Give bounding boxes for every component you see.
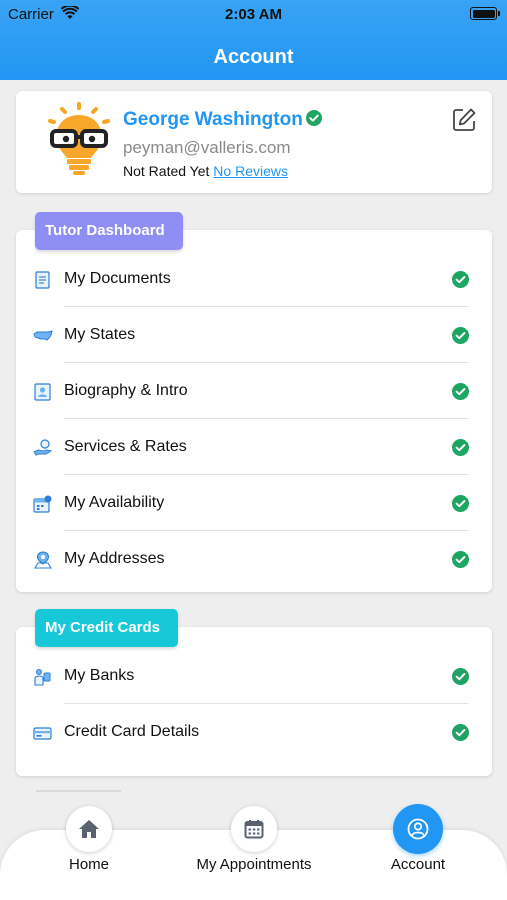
menu-item-my-states[interactable]: My States [16, 307, 492, 363]
check-circle-icon [452, 383, 469, 400]
user-account-icon [407, 818, 429, 840]
check-circle-icon [452, 271, 469, 288]
account-tab-button[interactable] [393, 804, 443, 854]
menu-item-label: Biography & Intro [64, 382, 188, 399]
menu-item-label: My Availability [64, 494, 165, 511]
menu-item-label: My States [64, 326, 136, 343]
document-icon [35, 271, 50, 289]
check-circle-icon [452, 668, 469, 685]
status-time: 2:03 AM [225, 6, 282, 23]
tutor-lightbulb-avatar [48, 102, 110, 175]
menu-item-label: My Banks [64, 667, 135, 684]
next-section-peek [36, 790, 121, 792]
menu-item-label: Credit Card Details [64, 723, 200, 740]
profile-name: George Washington [123, 109, 303, 130]
credit-card-icon [33, 727, 52, 740]
bank-icon [34, 669, 51, 686]
profile-email: peyman@valleris.com [123, 138, 291, 157]
location-pin-icon [34, 551, 52, 569]
battery-icon [470, 7, 500, 20]
no-reviews-link[interactable]: No Reviews [213, 163, 288, 179]
calendar-icon [33, 495, 52, 513]
credit-cards-badge: My Credit Cards [35, 609, 178, 647]
menu-item-biography[interactable]: Biography & Intro [16, 363, 492, 419]
check-circle-icon [452, 495, 469, 512]
menu-item-services-rates[interactable]: Services & Rates [16, 419, 492, 475]
tab-appointments-label: My Appointments [196, 856, 312, 873]
calendar-icon [244, 820, 264, 839]
profile-card: George Washington peyman@valleris.com No… [16, 91, 492, 193]
rates-hand-icon [33, 439, 53, 456]
status-bar: Carrier 2:03 AM [0, 0, 507, 28]
profile-rating: Not Rated Yet No Reviews [123, 163, 288, 179]
menu-item-credit-card-details[interactable]: Credit Card Details [16, 704, 492, 760]
edit-icon[interactable] [451, 107, 477, 133]
tab-my-appointments[interactable]: My Appointments [174, 806, 334, 900]
usa-map-icon [33, 330, 53, 341]
menu-item-my-availability[interactable]: My Availability [16, 475, 492, 531]
biography-icon [34, 383, 51, 401]
menu-item-my-addresses[interactable]: My Addresses [16, 531, 492, 587]
rating-text: Not Rated Yet [123, 163, 210, 179]
menu-item-label: Services & Rates [64, 438, 187, 455]
menu-item-my-documents[interactable]: My Documents [16, 251, 492, 307]
appointments-tab-button[interactable] [231, 806, 277, 852]
page-title: Account [213, 46, 294, 68]
menu-item-my-banks[interactable]: My Banks [16, 648, 492, 704]
menu-item-label: My Documents [64, 270, 171, 287]
bottom-tab-bar: Home My Appointments Account [0, 804, 507, 900]
tab-account[interactable]: Account [338, 804, 498, 900]
menu-item-label: My Addresses [64, 550, 165, 567]
check-circle-icon [452, 439, 469, 456]
tutor-dashboard-badge: Tutor Dashboard [35, 212, 183, 250]
tab-home[interactable]: Home [9, 806, 169, 900]
home-icon [79, 820, 99, 838]
verified-check-icon [306, 110, 322, 126]
tab-home-label: Home [68, 856, 109, 873]
check-circle-icon [452, 724, 469, 741]
check-circle-icon [452, 551, 469, 568]
check-circle-icon [452, 327, 469, 344]
app-header: Carrier 2:03 AM Account [0, 0, 507, 80]
tab-account-label: Account [390, 856, 446, 873]
home-tab-button[interactable] [66, 806, 112, 852]
